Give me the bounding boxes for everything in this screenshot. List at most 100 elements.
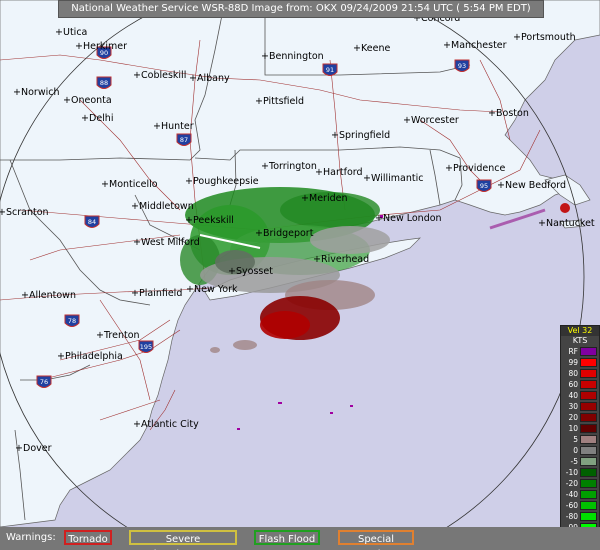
interstate-shield-icon: 76	[36, 375, 52, 388]
city-label: Herkimer	[83, 41, 127, 52]
interstate-number: 76	[40, 378, 48, 386]
legend-swatch	[580, 380, 597, 389]
city-plus-icon: +	[443, 40, 451, 51]
legend-swatch	[580, 402, 597, 411]
legend-entry: -5	[561, 456, 599, 467]
city-marker: + Portsmouth	[513, 32, 576, 43]
legend-swatch	[580, 479, 597, 488]
city-marker: + Willimantic	[363, 173, 423, 184]
interstate-shield-icon: 195	[138, 340, 154, 353]
city-marker: + Keene	[353, 43, 390, 54]
legend-entry-label: 20	[568, 413, 578, 422]
legend-entry: 5	[561, 434, 599, 445]
city-marker: + Worcester	[403, 115, 459, 126]
city-marker: + Scranton	[0, 207, 49, 218]
city-label: Peekskill	[193, 215, 234, 226]
city-marker: + Oneonta	[63, 95, 112, 106]
city-plus-icon: +	[133, 419, 141, 430]
city-marker: + Peekskill	[185, 215, 234, 226]
city-plus-icon: +	[353, 43, 361, 54]
city-marker: + Albany	[189, 73, 230, 84]
city-label: Portsmouth	[521, 32, 576, 43]
city-marker: + New York	[186, 284, 238, 295]
legend-entry: 20	[561, 412, 599, 423]
legend-entry: 80	[561, 368, 599, 379]
city-label: Delhi	[89, 113, 113, 124]
city-marker: + Nantucket	[538, 218, 595, 229]
city-marker: + Syosset	[228, 266, 273, 277]
interstate-shield-icon: 88	[96, 76, 112, 89]
city-marker: + Middletown	[131, 201, 194, 212]
legend-entry-label: -10	[565, 468, 578, 477]
legend-entry: 30	[561, 401, 599, 412]
city-label: Worcester	[411, 115, 459, 126]
city-label: Poughkeepsie	[193, 176, 259, 187]
legend-swatch	[580, 468, 597, 477]
city-label: Cobleskill	[141, 70, 186, 81]
legend-entry-label: -60	[565, 501, 578, 510]
interstate-shield-icon: 87	[176, 133, 192, 146]
legend-entry-label: -20	[565, 479, 578, 488]
city-plus-icon: +	[255, 228, 263, 239]
city-plus-icon: +	[403, 115, 411, 126]
city-marker: + Cobleskill	[133, 70, 186, 81]
city-plus-icon: +	[255, 96, 263, 107]
city-marker: + Manchester	[443, 40, 507, 51]
city-marker: + Providence	[445, 163, 505, 174]
city-label: Oneonta	[71, 95, 112, 106]
special-marine-warning-toggle[interactable]: Special Marine	[338, 530, 414, 550]
city-plus-icon: +	[488, 108, 496, 119]
city-marker: + Utica	[55, 27, 87, 38]
tornado-warning-toggle[interactable]: Tornado	[64, 530, 112, 545]
city-marker: + Meriden	[301, 193, 347, 204]
title-bar: National Weather Service WSR-88D Image f…	[58, 0, 544, 18]
legend-swatch	[580, 369, 597, 378]
city-plus-icon: +	[363, 173, 371, 184]
city-plus-icon: +	[15, 443, 23, 454]
legend-entry: 10	[561, 423, 599, 434]
interstate-shield-icon: 93	[454, 59, 470, 72]
city-plus-icon: +	[538, 218, 546, 229]
city-plus-icon: +	[497, 180, 505, 191]
city-marker: + Poughkeepsie	[185, 176, 259, 187]
city-label: Scranton	[6, 207, 49, 218]
city-plus-icon: +	[101, 179, 109, 190]
interstate-number: 195	[140, 343, 152, 351]
legend-swatch	[580, 501, 597, 510]
legend-swatch	[580, 512, 597, 521]
legend-entry-label: 80	[568, 369, 578, 378]
city-label: Monticello	[109, 179, 158, 190]
legend-entry-label: -80	[565, 512, 578, 521]
severe-thunderstorm-warning-toggle[interactable]: Severe Thunderstorm	[129, 530, 237, 550]
city-label: Allentown	[29, 290, 76, 301]
city-marker: + Atlantic City	[133, 419, 199, 430]
legend-header: Vel 32	[561, 326, 599, 336]
legend-rows: RF9980604030201050-5-10-20-40-60-80-99ND	[561, 346, 599, 544]
interstate-shield-icon: 78	[64, 314, 80, 327]
city-label: New Bedford	[505, 180, 566, 191]
city-label: Utica	[63, 27, 87, 38]
city-marker: + Allentown	[21, 290, 76, 301]
flash-flood-warning-toggle[interactable]: Flash Flood	[254, 530, 320, 545]
city-marker: + Springfield	[331, 130, 390, 141]
city-plus-icon: +	[186, 284, 194, 295]
city-label: Torrington	[268, 161, 317, 172]
interstate-shield-icon: 91	[322, 63, 338, 76]
city-marker: + Hunter	[153, 121, 194, 132]
interstate-number: 88	[100, 79, 108, 87]
city-label: Bennington	[269, 51, 324, 62]
city-plus-icon: +	[96, 330, 104, 341]
legend-entry-label: 60	[568, 380, 578, 389]
legend-entry: 0	[561, 445, 599, 456]
city-plus-icon: +	[513, 32, 521, 43]
interstate-shield-icon: 84	[84, 215, 100, 228]
city-plus-icon: +	[55, 27, 63, 38]
city-marker: + Bennington	[261, 51, 324, 62]
interstate-number: 84	[88, 218, 96, 226]
legend-entry-label: RF	[568, 347, 578, 356]
legend-entry-label: 99	[568, 358, 578, 367]
city-label: Philadelphia	[65, 351, 123, 362]
city-plus-icon: +	[315, 167, 323, 178]
city-marker: + Trenton	[96, 330, 140, 341]
city-marker: + West Milford	[133, 237, 200, 248]
